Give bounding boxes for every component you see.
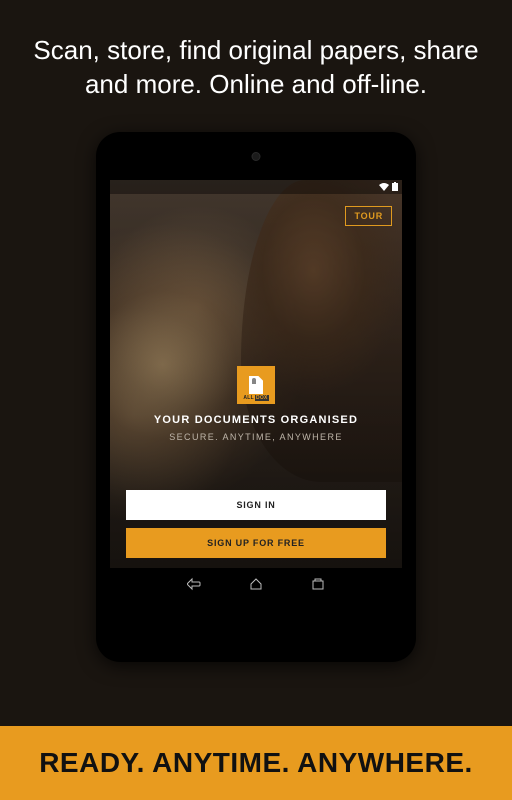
back-icon[interactable] — [184, 574, 204, 594]
welcome-block: ALLDOX YOUR DOCUMENTS ORGANISED SECURE. … — [110, 366, 402, 442]
hero-headline: Scan, store, find original papers, share… — [0, 0, 512, 128]
app-subline: SECURE. ANYTIME, ANYWHERE — [122, 432, 390, 442]
app-headline: YOUR DOCUMENTS ORGANISED — [122, 414, 390, 426]
home-icon[interactable] — [246, 574, 266, 594]
device-area: TOUR ALLDOX YOUR DOCUMENTS ORGANISED SEC… — [0, 128, 512, 726]
footer-tagline: READY. ANYTIME. ANYWHERE. — [39, 747, 473, 779]
tour-button[interactable]: TOUR — [345, 206, 392, 226]
sign-up-button[interactable]: SIGN UP FOR FREE — [126, 528, 386, 558]
app-logo: ALLDOX — [237, 366, 275, 404]
tablet-frame: TOUR ALLDOX YOUR DOCUMENTS ORGANISED SEC… — [96, 132, 416, 662]
wifi-icon — [379, 183, 389, 191]
document-icon — [249, 376, 263, 394]
footer-banner: READY. ANYTIME. ANYWHERE. — [0, 726, 512, 800]
tablet-screen: TOUR ALLDOX YOUR DOCUMENTS ORGANISED SEC… — [110, 180, 402, 600]
android-navbar — [110, 568, 402, 600]
logo-text-b: DOX — [255, 395, 269, 401]
auth-button-stack: SIGN IN SIGN UP FOR FREE — [110, 490, 402, 568]
android-statusbar — [110, 180, 402, 194]
app-content: TOUR ALLDOX YOUR DOCUMENTS ORGANISED SEC… — [110, 194, 402, 568]
tablet-camera — [252, 152, 261, 161]
recents-icon[interactable] — [308, 574, 328, 594]
logo-wordmark: ALLDOX — [237, 395, 275, 401]
logo-text-a: ALL — [243, 395, 254, 401]
sign-in-button[interactable]: SIGN IN — [126, 490, 386, 520]
battery-icon — [392, 182, 398, 191]
